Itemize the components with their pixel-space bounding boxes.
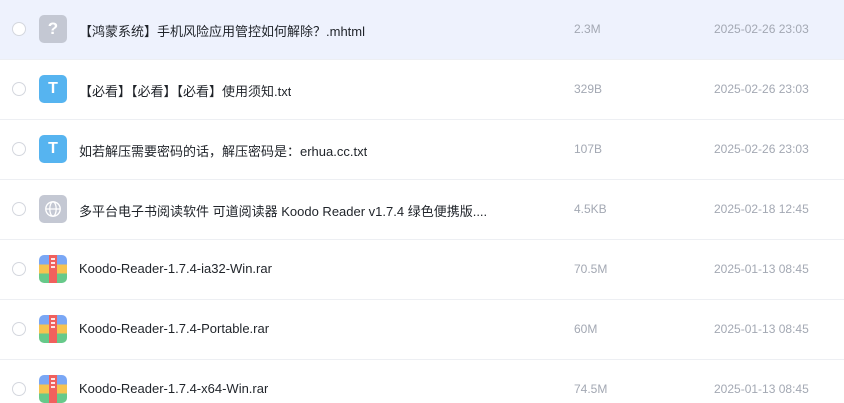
file-name[interactable]: 如若解压需要密码的话，解压密码是：erhua.cc.txt <box>79 141 367 160</box>
text-file-icon: T <box>39 75 67 103</box>
file-date: 2025-02-26 23:03 <box>714 82 809 96</box>
file-name[interactable]: 多平台电子书阅读软件 可道阅读器 Koodo Reader v1.7.4 绿色便… <box>79 201 487 220</box>
archive-file-icon <box>39 375 67 403</box>
file-name[interactable]: Koodo-Reader-1.7.4-ia32-Win.rar <box>79 261 272 276</box>
file-row[interactable]: Koodo-Reader-1.7.4-ia32-Win.rar 70.5M 20… <box>0 240 844 300</box>
select-checkbox[interactable] <box>12 262 26 276</box>
file-size: 4.5KB <box>574 202 607 216</box>
text-file-icon: T <box>39 135 67 163</box>
file-size: 107B <box>574 142 603 156</box>
file-row[interactable]: 多平台电子书阅读软件 可道阅读器 Koodo Reader v1.7.4 绿色便… <box>0 180 844 240</box>
file-row[interactable]: ? 【鸿蒙系统】手机风险应用管控如何解除？.mhtml 2.3M 2025-02… <box>0 0 844 60</box>
select-checkbox[interactable] <box>12 82 26 96</box>
file-name[interactable]: 【必看】【必看】【必看】使用须知.txt <box>79 81 291 100</box>
file-size: 74.5M <box>574 382 608 396</box>
select-checkbox[interactable] <box>12 382 26 396</box>
file-date: 2025-02-26 23:03 <box>714 142 809 156</box>
file-row[interactable]: Koodo-Reader-1.7.4-x64-Win.rar 74.5M 202… <box>0 360 844 403</box>
file-date: 2025-01-13 08:45 <box>714 382 809 396</box>
unknown-file-icon: ? <box>39 15 67 43</box>
select-checkbox[interactable] <box>12 202 26 216</box>
file-date: 2025-02-26 23:03 <box>714 22 809 36</box>
select-checkbox[interactable] <box>12 22 26 36</box>
file-row[interactable]: T 【必看】【必看】【必看】使用须知.txt 329B 2025-02-26 2… <box>0 60 844 120</box>
archive-file-icon <box>39 255 67 283</box>
globe-icon <box>45 201 61 217</box>
web-file-icon <box>39 195 67 223</box>
file-list: ? 【鸿蒙系统】手机风险应用管控如何解除？.mhtml 2.3M 2025-02… <box>0 0 844 403</box>
file-name[interactable]: 【鸿蒙系统】手机风险应用管控如何解除？.mhtml <box>79 21 365 40</box>
file-date: 2025-02-18 12:45 <box>714 202 809 216</box>
file-size: 329B <box>574 82 603 96</box>
file-size: 70.5M <box>574 262 608 276</box>
file-date: 2025-01-13 08:45 <box>714 262 809 276</box>
file-date: 2025-01-13 08:45 <box>714 322 809 336</box>
file-name[interactable]: Koodo-Reader-1.7.4-Portable.rar <box>79 321 269 336</box>
file-size: 2.3M <box>574 22 601 36</box>
select-checkbox[interactable] <box>12 142 26 156</box>
file-row[interactable]: Koodo-Reader-1.7.4-Portable.rar 60M 2025… <box>0 300 844 360</box>
file-size: 60M <box>574 322 598 336</box>
file-name[interactable]: Koodo-Reader-1.7.4-x64-Win.rar <box>79 381 268 396</box>
archive-file-icon <box>39 315 67 343</box>
select-checkbox[interactable] <box>12 322 26 336</box>
file-row[interactable]: T 如若解压需要密码的话，解压密码是：erhua.cc.txt 107B 202… <box>0 120 844 180</box>
